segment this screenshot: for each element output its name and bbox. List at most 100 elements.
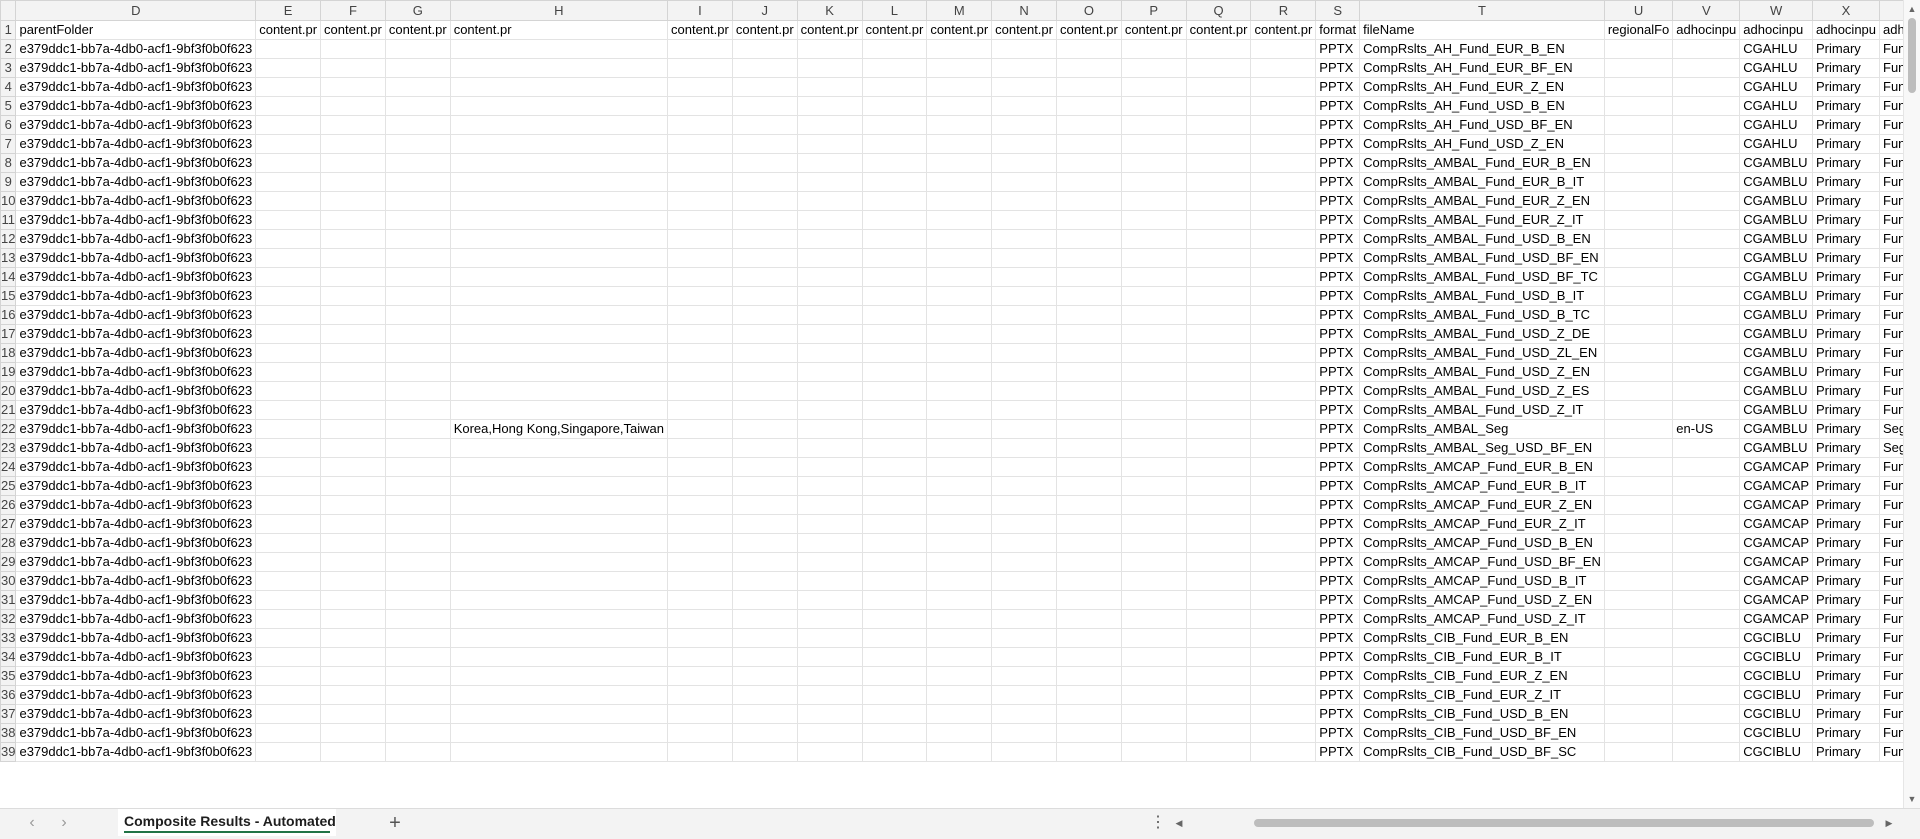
cell[interactable] <box>1120 172 1187 192</box>
cell[interactable]: e379ddc1-bb7a-4db0-acf1-9bf3f0b0f623 <box>15 666 257 686</box>
cell[interactable]: content.pr <box>667 20 733 40</box>
cell[interactable] <box>861 533 928 553</box>
cell[interactable]: Fund <box>1879 666 1904 686</box>
cell[interactable] <box>1603 400 1674 420</box>
cell[interactable] <box>1672 400 1741 420</box>
column-header-s[interactable]: S <box>1315 0 1361 21</box>
cell[interactable] <box>449 590 669 610</box>
horizontal-scrollbar[interactable]: ◀ ▶ <box>1172 816 1896 830</box>
cell[interactable] <box>991 381 1057 401</box>
cell[interactable]: e379ddc1-bb7a-4db0-acf1-9bf3f0b0f623 <box>15 628 257 648</box>
cell[interactable] <box>1185 552 1252 572</box>
cell[interactable] <box>255 647 322 667</box>
cell[interactable] <box>449 400 669 420</box>
row-header[interactable]: 12 <box>0 229 17 249</box>
cell[interactable] <box>384 457 451 477</box>
cell[interactable] <box>320 324 386 344</box>
cell[interactable]: e379ddc1-bb7a-4db0-acf1-9bf3f0b0f623 <box>15 400 257 420</box>
cell[interactable] <box>255 609 322 629</box>
column-header-l[interactable]: L <box>861 0 928 21</box>
cell[interactable]: Primary <box>1812 609 1881 629</box>
cell[interactable] <box>861 96 928 116</box>
cell[interactable] <box>667 495 733 515</box>
cell[interactable]: CompRslts_AMCAP_Fund_EUR_B_IT <box>1359 476 1605 496</box>
cell[interactable] <box>1672 96 1741 116</box>
column-header-n[interactable]: N <box>991 0 1057 21</box>
cell[interactable] <box>449 115 669 135</box>
cell[interactable] <box>384 685 451 705</box>
cell[interactable]: Fund <box>1879 324 1904 344</box>
cell[interactable] <box>320 77 386 97</box>
cell[interactable] <box>255 381 322 401</box>
cell[interactable] <box>255 153 322 173</box>
cell[interactable] <box>1603 495 1674 515</box>
cell[interactable] <box>320 438 386 458</box>
cell[interactable] <box>926 495 993 515</box>
cell[interactable]: CompRslts_AH_Fund_EUR_BF_EN <box>1359 58 1605 78</box>
cell[interactable] <box>796 552 863 572</box>
cell[interactable] <box>1672 571 1741 591</box>
cell[interactable] <box>667 685 733 705</box>
cell[interactable] <box>1185 514 1252 534</box>
cell[interactable]: e379ddc1-bb7a-4db0-acf1-9bf3f0b0f623 <box>15 514 257 534</box>
cell[interactable]: e379ddc1-bb7a-4db0-acf1-9bf3f0b0f623 <box>15 571 257 591</box>
cell[interactable] <box>255 628 322 648</box>
cell[interactable] <box>449 172 669 192</box>
cell[interactable] <box>991 343 1057 363</box>
cell[interactable] <box>1185 324 1252 344</box>
cell[interactable] <box>731 172 798 192</box>
cell[interactable] <box>796 362 863 382</box>
cell[interactable]: CGAMBLU <box>1739 191 1814 211</box>
cell[interactable] <box>1672 210 1741 230</box>
cell[interactable]: CompRslts_AMCAP_Fund_USD_B_IT <box>1359 571 1605 591</box>
cell[interactable] <box>667 590 733 610</box>
cell[interactable] <box>449 457 669 477</box>
cell[interactable]: CompRslts_AMBAL_Fund_EUR_B_IT <box>1359 172 1605 192</box>
cell[interactable]: Fund <box>1879 609 1904 629</box>
row-header[interactable]: 17 <box>0 324 17 344</box>
scroll-right-icon[interactable]: ▶ <box>1882 816 1896 830</box>
cell[interactable]: PPTX <box>1315 438 1361 458</box>
cell[interactable] <box>1185 571 1252 591</box>
cell[interactable] <box>1120 647 1187 667</box>
cell[interactable]: en-US <box>1672 419 1741 439</box>
cell[interactable] <box>731 286 798 306</box>
cell[interactable] <box>926 609 993 629</box>
cell[interactable]: Primary <box>1812 115 1881 135</box>
cell[interactable] <box>384 723 451 743</box>
cell[interactable] <box>861 248 928 268</box>
cell[interactable] <box>1185 286 1252 306</box>
cell[interactable] <box>1672 172 1741 192</box>
cell[interactable]: content.pr <box>320 20 386 40</box>
cell[interactable] <box>320 343 386 363</box>
cell[interactable]: CGCIBLU <box>1739 666 1814 686</box>
cell[interactable] <box>926 248 993 268</box>
cell[interactable] <box>667 533 733 553</box>
cell[interactable] <box>731 191 798 211</box>
cell[interactable]: e379ddc1-bb7a-4db0-acf1-9bf3f0b0f623 <box>15 381 257 401</box>
cell[interactable]: Fund <box>1879 571 1904 591</box>
cell[interactable] <box>1055 58 1122 78</box>
cell[interactable]: Fund <box>1879 400 1904 420</box>
cell[interactable] <box>1250 134 1317 154</box>
cell[interactable]: content.pr <box>1055 20 1122 40</box>
cell[interactable] <box>731 267 798 287</box>
cell[interactable] <box>320 115 386 135</box>
more-vertical-icon[interactable]: ⋮ <box>1150 813 1166 833</box>
cell[interactable] <box>926 457 993 477</box>
column-header-u[interactable]: U <box>1603 0 1674 21</box>
cell[interactable] <box>796 134 863 154</box>
cell[interactable] <box>1603 324 1674 344</box>
cell[interactable]: CompRslts_AMBAL_Fund_USD_BF_TC <box>1359 267 1605 287</box>
cell[interactable] <box>320 191 386 211</box>
cell[interactable] <box>255 704 322 724</box>
cell[interactable] <box>731 58 798 78</box>
cell[interactable] <box>926 742 993 762</box>
cell[interactable] <box>1120 476 1187 496</box>
column-header-q[interactable]: Q <box>1185 0 1252 21</box>
cell[interactable] <box>1672 647 1741 667</box>
cell[interactable] <box>1055 324 1122 344</box>
cell[interactable] <box>796 229 863 249</box>
cell[interactable] <box>255 723 322 743</box>
cell[interactable]: Primary <box>1812 590 1881 610</box>
